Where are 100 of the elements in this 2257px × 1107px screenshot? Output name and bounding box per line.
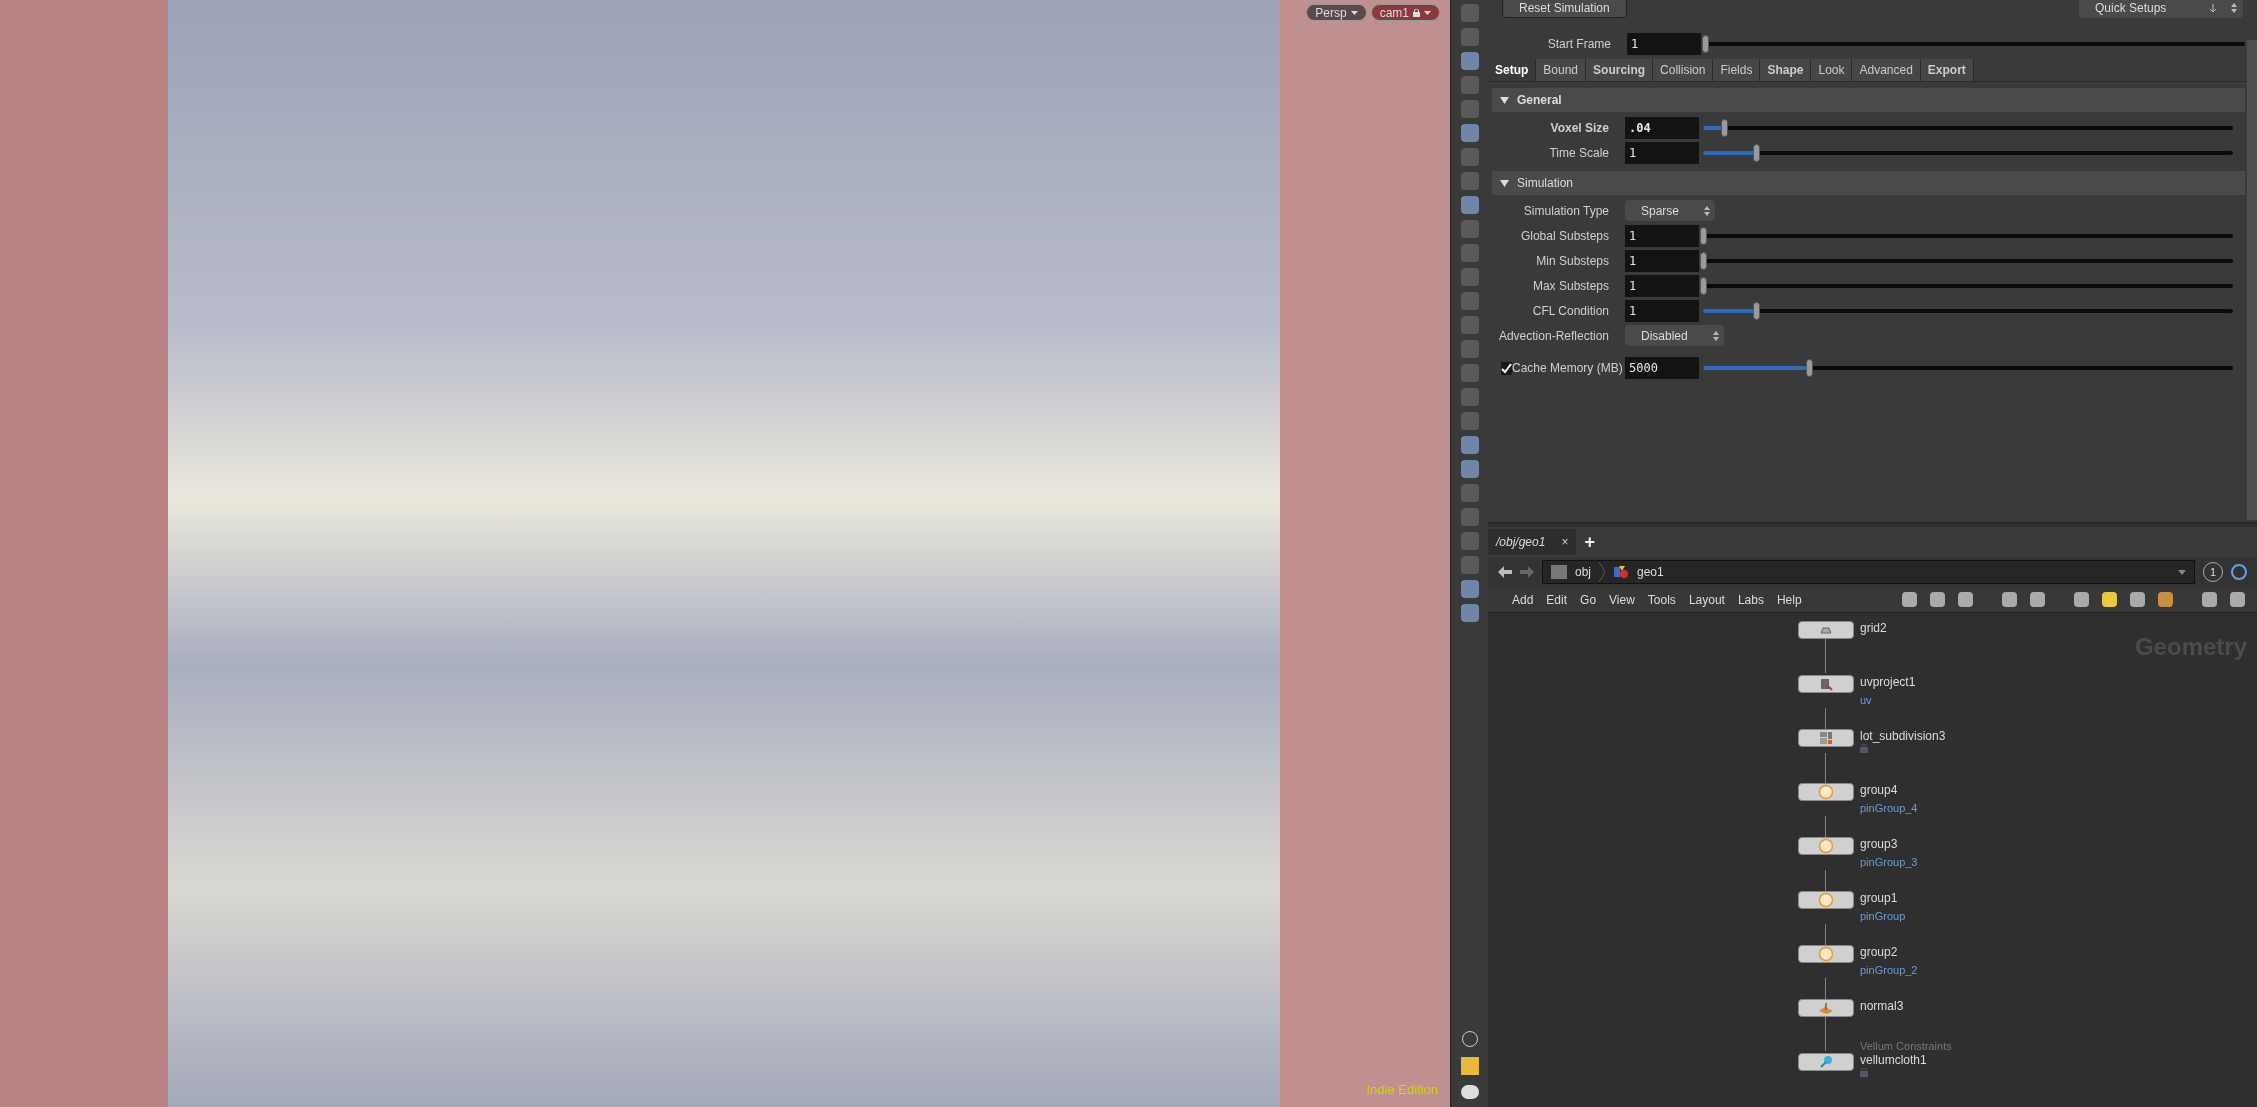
spinner-arrows-icon: [1711, 329, 1720, 342]
connection-wire: [1825, 1017, 1826, 1051]
menu-item[interactable]: View: [1609, 590, 1635, 609]
menu-item[interactable]: Layout: [1688, 590, 1725, 609]
tab[interactable]: Shape: [1760, 59, 1812, 81]
node-comment: pinGroup_4: [1860, 801, 1918, 816]
tab[interactable]: Bound: [1536, 59, 1587, 81]
path-segment[interactable]: geo1: [1637, 563, 1664, 581]
slider-handle[interactable]: [1721, 118, 1729, 137]
tiles-icon: [1819, 731, 1833, 745]
parameter-label: CFL Condition: [1531, 302, 1610, 320]
caret-icon: [2178, 569, 2186, 575]
camera-menu[interactable]: cam1: [1370, 4, 1440, 21]
value-field[interactable]: 5000: [1625, 357, 1699, 379]
node[interactable]: [1798, 675, 1854, 693]
camera-menu[interactable]: Persp: [1306, 4, 1367, 21]
value-field[interactable]: .04: [1625, 116, 1699, 139]
tab[interactable]: Export: [1920, 59, 1974, 81]
parameter-label: Voxel Size: [1549, 119, 1610, 137]
tab[interactable]: Sourcing: [1586, 59, 1654, 81]
tab[interactable]: Collision: [1653, 59, 1714, 81]
menu-item[interactable]: Add: [1512, 590, 1534, 609]
section-header[interactable]: Simulation: [1492, 171, 2245, 195]
node-name: group1: [1860, 891, 1899, 906]
network-tab[interactable]: /obj/geo1 ×: [1488, 529, 1577, 555]
caret-icon: [1350, 10, 1358, 15]
node-comment: uv: [1860, 693, 1873, 708]
tab[interactable]: Fields: [1713, 59, 1761, 81]
node[interactable]: [1798, 729, 1854, 747]
node-descriptor: Vellum Constraints: [1860, 1039, 1952, 1054]
parameter-label: Advection-Reflection: [1497, 327, 1610, 345]
value-field[interactable]: 1: [1625, 224, 1699, 247]
spinner-arrows-icon: [1703, 204, 1712, 217]
value-field[interactable]: 1: [1625, 249, 1699, 272]
slider-handle[interactable]: [1806, 359, 1813, 377]
slider-handle[interactable]: [1700, 251, 1707, 270]
value-field[interactable]: 1: [1625, 299, 1699, 322]
dropdown-menu[interactable]: Sparse: [1625, 200, 1716, 221]
menu-item[interactable]: Labs: [1737, 590, 1764, 609]
parameter-label: Start Frame: [1546, 35, 1612, 53]
connection-wire: [1825, 978, 1826, 999]
parameter-label: Time Scale: [1548, 144, 1610, 162]
pushpin-icon: [1819, 1055, 1833, 1069]
dropdown-menu[interactable]: Disabled: [1625, 325, 1724, 346]
forward-arrow-icon[interactable]: [1520, 566, 1534, 578]
node[interactable]: [1798, 837, 1854, 855]
tab[interactable]: Advanced: [1852, 59, 1921, 81]
parameter-label: Min Substeps: [1535, 252, 1610, 270]
menu-item[interactable]: Tools: [1647, 590, 1676, 609]
menu-item[interactable]: Help: [1776, 590, 1802, 609]
ring-icon: [1818, 892, 1834, 908]
connection-wire: [1825, 870, 1826, 891]
parameter-label: Simulation Type: [1522, 202, 1610, 220]
node-comment: pinGroup_3: [1860, 855, 1918, 870]
checkbox[interactable]: [1501, 361, 1512, 375]
value-field[interactable]: 1: [1627, 32, 1701, 55]
chevron-icon: [1599, 562, 1605, 582]
connection-wire: [1825, 924, 1826, 945]
node-name: lot_subdivision3: [1860, 729, 1946, 744]
target-icon[interactable]: [2231, 564, 2247, 580]
node[interactable]: [1798, 621, 1854, 639]
ring-icon: [1818, 784, 1834, 800]
node[interactable]: [1798, 999, 1854, 1017]
plane-arrow-icon: [1818, 1001, 1834, 1015]
projector-icon: [1819, 677, 1833, 691]
parameter-label: Max Substeps: [1531, 277, 1610, 295]
slider-handle[interactable]: [1700, 276, 1707, 295]
close-button[interactable]: ×: [1561, 533, 1569, 551]
connection-wire: [1825, 753, 1826, 783]
collapse-triangle-icon: [1500, 96, 1509, 104]
menu-item[interactable]: Go: [1580, 590, 1597, 609]
value-field[interactable]: 1: [1625, 141, 1699, 164]
node[interactable]: [1798, 945, 1854, 963]
node-name: uvproject1: [1860, 675, 1916, 690]
add-tab-button[interactable]: +: [1584, 528, 1595, 556]
flat-shape-icon: [1819, 626, 1833, 634]
node-name: group4: [1860, 783, 1899, 798]
path-segment[interactable]: obj: [1575, 563, 1591, 581]
node-name: group2: [1860, 945, 1899, 960]
shapes-icon: [1613, 565, 1629, 579]
collapse-triangle-icon: [1500, 179, 1509, 187]
spinner-arrows-icon: [2209, 2, 2239, 14]
slider-handle[interactable]: [1753, 143, 1760, 162]
reset-simulation-button[interactable]: Reset Simulation: [1502, 0, 1627, 18]
node[interactable]: [1798, 1053, 1854, 1071]
ring-icon: [1818, 946, 1834, 962]
menu-item[interactable]: Edit: [1546, 590, 1568, 609]
caret-icon: [1424, 10, 1431, 15]
slider-handle[interactable]: [1753, 301, 1760, 320]
section-header[interactable]: General: [1492, 88, 2245, 112]
back-arrow-icon[interactable]: [1498, 566, 1512, 578]
slider-handle[interactable]: [1702, 34, 1709, 53]
tab[interactable]: Look: [1811, 59, 1853, 81]
value-field[interactable]: 1: [1625, 274, 1699, 297]
scrollbar[interactable]: [2247, 40, 2257, 520]
quick-setups-dropdown[interactable]: Quick Setups: [2079, 0, 2243, 18]
node[interactable]: [1798, 783, 1854, 801]
path-bar[interactable]: obj geo1: [1542, 560, 2195, 584]
node[interactable]: [1798, 891, 1854, 909]
slider-handle[interactable]: [1700, 226, 1707, 245]
